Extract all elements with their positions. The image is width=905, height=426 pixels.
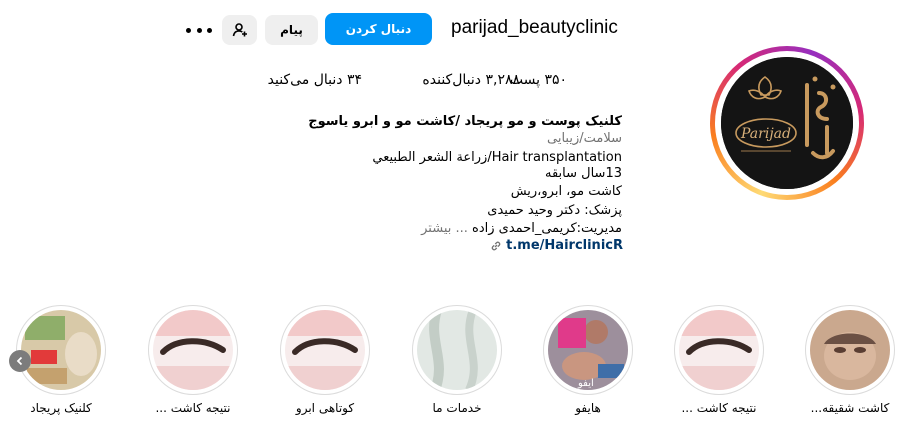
highlight-cover-image [153,310,233,390]
followers-count[interactable]: ۳,۲۸۸ دنبال‌کننده [422,72,520,88]
highlight-cover-image [679,310,759,390]
avatar-brand-text: Parijad [740,126,791,142]
profile-full-name: کلنیک پوست و مو پریجاد /کاشت مو و ابرو ی… [308,114,622,129]
avatar-logo-image: Parijad [721,57,853,189]
bio-line: مدیریت:کریمی_احمدی زاده [472,221,622,236]
highlight-item[interactable]: کاشت شقیقه... [805,305,895,415]
highlight-cover-image [417,310,497,390]
highlight-item[interactable]: نتیجه کاشت ... [148,305,238,415]
following-count[interactable]: ۳۴ دنبال می‌کنید [268,72,362,88]
chevron-left-icon [16,356,23,366]
highlight-item[interactable]: ایفو هایفو [543,305,633,415]
highlight-label: نتیجه کاشت ... [155,401,231,415]
person-add-icon [232,23,247,37]
bio-external-link[interactable]: t.me/HairclinicR [490,238,623,253]
highlight-cover-image [21,310,101,390]
highlight-item[interactable]: نتیجه کاشت ... [674,305,764,415]
bio-line: Hair transplantation/زراعة الشعر الطبيعي [372,150,622,165]
highlight-label: نتیجه کاشت ... [681,401,757,415]
bio-line: 13سال سابقه [545,166,622,181]
follow-button[interactable]: دنبال کردن [325,13,432,45]
highlights-scroll-left-button[interactable] [9,350,31,372]
highlight-item[interactable]: کوتاهی ابرو [280,305,370,415]
highlight-label: خدمات ما [432,401,482,415]
highlight-cover-image [810,310,890,390]
message-button[interactable]: پیام [265,15,318,45]
bio-more-link[interactable]: ... بیشتر [421,221,468,236]
highlight-item[interactable]: کلنیک پریجاد [16,305,106,415]
profile-avatar[interactable]: Parijad [710,46,864,200]
highlight-cover-image: ایفو [548,310,628,390]
highlight-label: هایفو [575,401,601,415]
bio-line-truncated: مدیریت:کریمی_احمدی زاده ... بیشتر [421,221,622,236]
more-options-icon[interactable] [186,22,212,38]
highlight-label: کاشت شقیقه... [810,401,890,415]
bio-line: کاشت مو، ابرو،ریش [510,184,622,199]
svg-text:ایفو: ایفو [577,378,594,389]
bio-line: پزشک: دکتر وحید حمیدی [487,203,622,218]
link-icon [491,241,501,250]
highlight-item[interactable]: خدمات ما [412,305,502,415]
bio-link-text: t.me/HairclinicR [506,238,623,253]
profile-username: parijad_beautyclinic [451,17,618,38]
profile-category: سلامت/زیبایی [547,131,622,146]
highlight-cover-image [285,310,365,390]
highlight-label: کوتاهی ابرو [295,401,355,415]
highlight-label: کلنیک پریجاد [30,401,92,415]
suggested-accounts-button[interactable] [222,15,257,45]
